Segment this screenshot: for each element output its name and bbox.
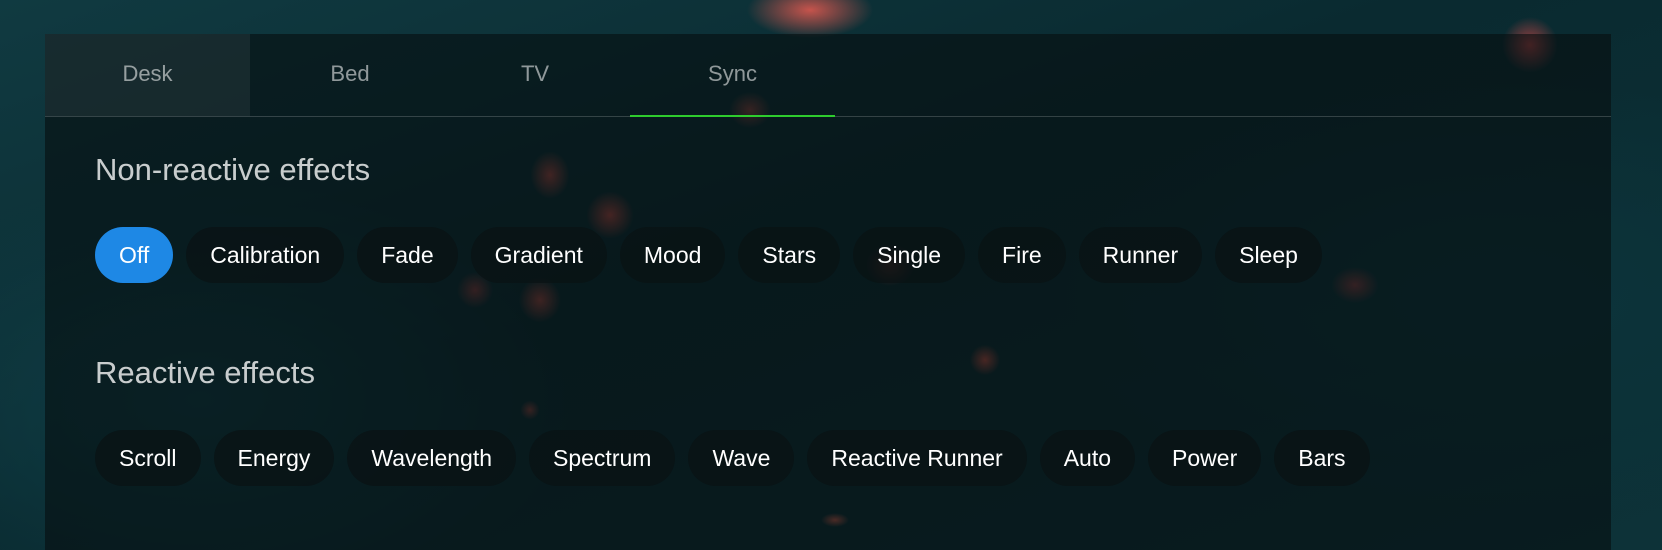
- effect-sleep-button[interactable]: Sleep: [1215, 227, 1322, 283]
- effect-gradient-button[interactable]: Gradient: [470, 227, 607, 283]
- effect-wavelength-button[interactable]: Wavelength: [347, 430, 516, 486]
- tab-bed[interactable]: Bed: [250, 34, 450, 116]
- tab-tv[interactable]: TV: [440, 34, 630, 116]
- tab-sync[interactable]: Sync: [630, 34, 835, 117]
- effect-auto-button[interactable]: Auto: [1039, 430, 1136, 486]
- effect-power-button[interactable]: Power: [1148, 430, 1262, 486]
- effect-fade-button[interactable]: Fade: [357, 227, 458, 283]
- effect-wave-button[interactable]: Wave: [688, 430, 795, 486]
- effect-mood-button[interactable]: Mood: [619, 227, 726, 283]
- effect-reactive-runner-button[interactable]: Reactive Runner: [807, 430, 1027, 486]
- effect-stars-button[interactable]: Stars: [738, 227, 841, 283]
- effect-spectrum-button[interactable]: Spectrum: [529, 430, 676, 486]
- effect-calibration-button[interactable]: Calibration: [186, 227, 345, 283]
- non-reactive-effects-list: Off Calibration Fade Gradient Mood Stars…: [95, 227, 1335, 283]
- non-reactive-effects-title: Non-reactive effects: [95, 152, 371, 187]
- reactive-effects-list: Scroll Energy Wavelength Spectrum Wave R…: [95, 430, 1383, 486]
- effect-bars-button[interactable]: Bars: [1274, 430, 1370, 486]
- effect-scroll-button[interactable]: Scroll: [95, 430, 201, 486]
- effect-fire-button[interactable]: Fire: [978, 227, 1066, 283]
- effect-off-button[interactable]: Off: [95, 227, 174, 283]
- reactive-effects-title: Reactive effects: [95, 355, 315, 390]
- effects-panel: Desk Bed TV Sync Non-reactive effects Of…: [45, 34, 1611, 550]
- effect-runner-button[interactable]: Runner: [1078, 227, 1203, 283]
- effect-single-button[interactable]: Single: [853, 227, 966, 283]
- tab-bar: Desk Bed TV Sync: [45, 34, 1611, 117]
- tab-desk[interactable]: Desk: [45, 34, 250, 116]
- effect-energy-button[interactable]: Energy: [213, 430, 335, 486]
